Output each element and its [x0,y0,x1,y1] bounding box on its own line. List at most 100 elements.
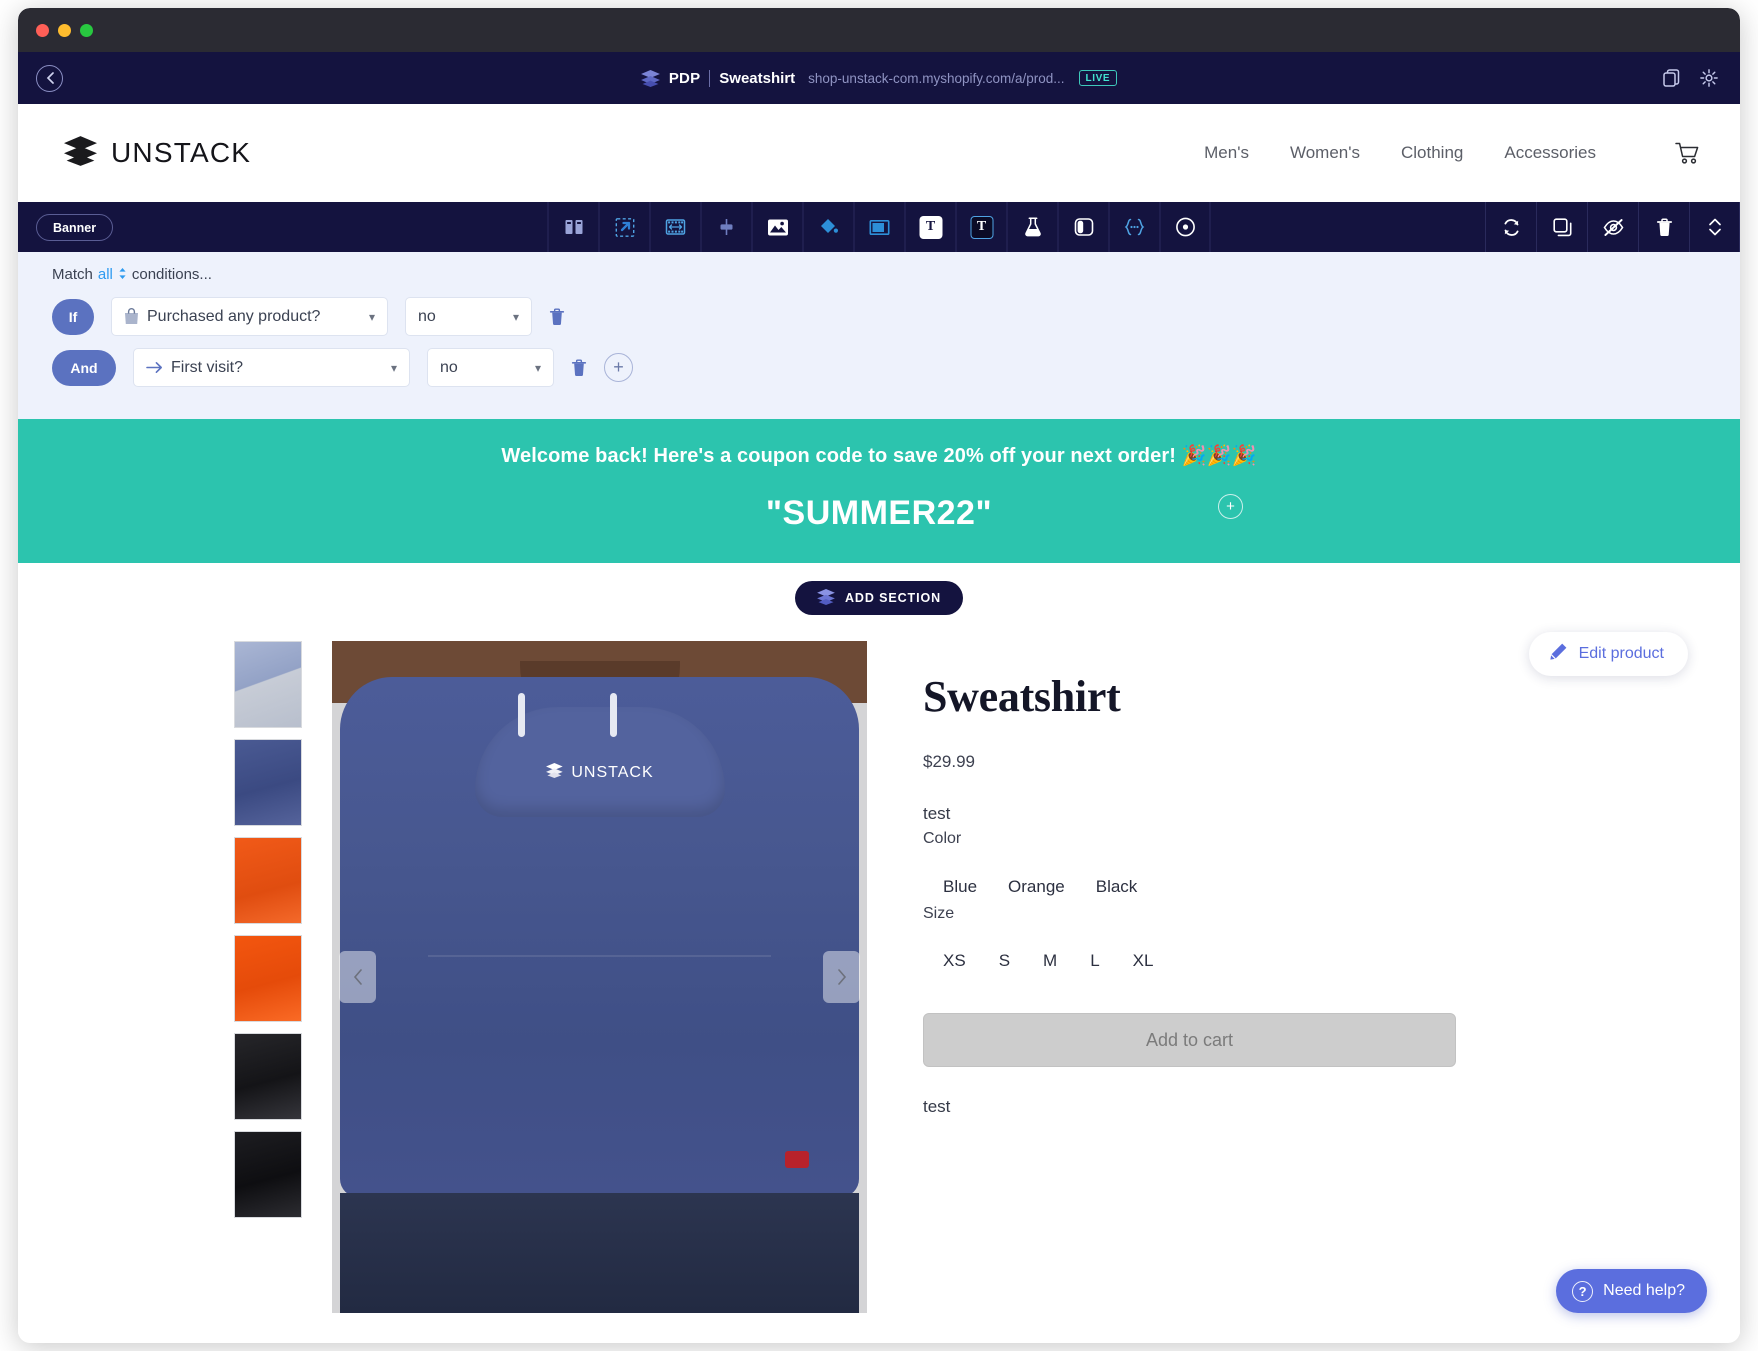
paint-bucket-icon[interactable] [802,202,854,252]
match-prefix-label: Match [52,266,93,283]
image-icon[interactable] [751,202,803,252]
window-close-button[interactable] [36,23,49,37]
delete-condition-button-0[interactable] [549,307,565,326]
need-help-button[interactable]: ? Need help? [1556,1269,1707,1313]
chevron-down-icon: ▾ [390,360,397,375]
hero-brand-label: UNSTACK [571,764,654,781]
text-light-icon[interactable]: T [904,202,956,252]
film-strip-icon[interactable] [649,202,701,252]
color-option-label: Color [923,830,962,847]
hoodie-body [340,677,859,1197]
toolbar-tools: T T [547,202,1211,252]
back-button[interactable] [36,64,63,92]
experiment-flask-icon[interactable] [1006,202,1058,252]
move-updown-icon[interactable] [1689,202,1740,252]
nav-link-accessories[interactable]: Accessories [1504,143,1596,163]
add-condition-button[interactable]: + [604,353,633,382]
product-detail-section: Edit product UNSTACK Sweatshirt $29.99 t… [18,615,1740,1335]
product-thumbnail[interactable] [234,837,302,924]
chevron-updown-icon[interactable] [118,267,127,283]
split-panel-icon[interactable] [1057,202,1109,252]
spacer-icon[interactable] [700,202,752,252]
editor-toolbar: Banner T T [18,202,1740,252]
size-option-l[interactable]: L [1082,949,1107,973]
edit-product-button[interactable]: Edit product [1528,632,1688,676]
section-name-pill[interactable]: Banner [36,213,114,241]
hero-brand-mark: UNSTACK [545,763,653,783]
gallery-next-button[interactable] [823,951,860,1003]
text-dark-icon[interactable]: T [955,202,1007,252]
condition-field-select-0[interactable]: Purchased any product? ▾ [111,297,388,336]
nav-link-womens[interactable]: Women's [1290,143,1360,163]
product-thumbnail[interactable] [234,1033,302,1120]
condition-field-select-1[interactable]: First visit? ▾ [133,348,410,387]
size-option-m[interactable]: M [1035,949,1065,973]
window-zoom-button[interactable] [80,23,93,37]
product-thumbnail[interactable] [234,739,302,826]
container-icon[interactable] [853,202,905,252]
resize-icon[interactable] [598,202,650,252]
conditions-panel: Match all conditions... If Purchased any… [18,252,1740,419]
model-jeans [340,1193,859,1313]
product-hero-image: UNSTACK [332,641,867,1313]
hide-eye-icon[interactable] [1587,202,1638,252]
delete-trash-icon[interactable] [1638,202,1689,252]
nav-link-clothing[interactable]: Clothing [1401,143,1463,163]
color-option-orange[interactable]: Orange [1000,875,1073,899]
promo-banner[interactable]: Welcome back! Here's a coupon code to sa… [18,419,1740,563]
condition-field-label-0: Purchased any product? [147,307,321,325]
condition-value-select-1[interactable]: no ▾ [427,348,554,387]
nav-links: Men's Women's Clothing Accessories [1204,142,1700,165]
match-row: Match all conditions... [52,266,1740,283]
duplicate-icon[interactable] [1536,202,1587,252]
champion-logo-patch [785,1151,809,1168]
product-thumbnail[interactable] [234,935,302,1022]
chevron-left-icon [46,72,54,84]
add-section-button[interactable]: ADD SECTION [794,581,963,615]
code-braces-icon[interactable] [1108,202,1160,252]
window-minimize-button[interactable] [58,23,71,37]
promo-coupon-code: "SUMMER22" [765,494,993,532]
toolbar-right-actions [1485,202,1740,252]
product-thumbnail[interactable] [234,641,302,728]
condition-operator-if[interactable]: If [52,298,94,335]
add-element-plus-icon[interactable]: + [1218,494,1243,519]
add-section-label: ADD SECTION [844,591,941,605]
shopping-cart-icon[interactable] [1675,142,1700,165]
delete-condition-button-1[interactable] [571,358,587,377]
add-to-cart-button[interactable]: Add to cart [923,1013,1456,1067]
size-option-s[interactable]: S [991,949,1018,973]
unstack-layers-icon [817,588,835,608]
match-suffix-label: conditions... [131,266,212,283]
breadcrumb-type: PDP [668,69,701,87]
editor-appbar: PDP Sweatshirt shop-unstack-com.myshopif… [18,52,1740,104]
gear-icon[interactable] [1700,69,1718,87]
brand-logo[interactable]: UNSTACK [64,135,252,171]
brand-name: UNSTACK [111,137,252,168]
color-option-blue[interactable]: Blue [935,875,985,899]
hoodie-drawstring-left [518,693,525,737]
size-option-xl[interactable]: XL [1125,949,1162,973]
app-window: PDP Sweatshirt shop-unstack-com.myshopif… [18,8,1740,1343]
columns-icon[interactable] [547,202,599,252]
product-thumbnail[interactable] [234,1131,302,1218]
condition-value-select-0[interactable]: no ▾ [405,297,532,336]
condition-operator-and[interactable]: And [52,349,116,386]
target-icon[interactable] [1159,202,1211,252]
unstack-layers-icon [545,763,563,783]
need-help-label: Need help? [1603,1282,1685,1299]
edit-product-label: Edit product [1578,645,1664,662]
condition-value-label-0: no [418,307,436,325]
chevron-down-icon: ▾ [368,309,375,324]
copy-icon[interactable] [1663,69,1680,87]
size-option-xs[interactable]: XS [935,949,974,973]
page-url: shop-unstack-com.myshopify.com/a/prod... [808,70,1065,86]
nav-link-mens[interactable]: Men's [1204,143,1249,163]
gallery-prev-button[interactable] [339,951,376,1003]
unstack-layers-icon [64,135,97,171]
match-value-select[interactable]: all [98,266,113,283]
promo-headline: Welcome back! Here's a coupon code to sa… [501,445,1257,467]
product-description-top: test [923,804,951,823]
color-option-black[interactable]: Black [1088,875,1146,899]
sync-icon[interactable] [1485,202,1536,252]
